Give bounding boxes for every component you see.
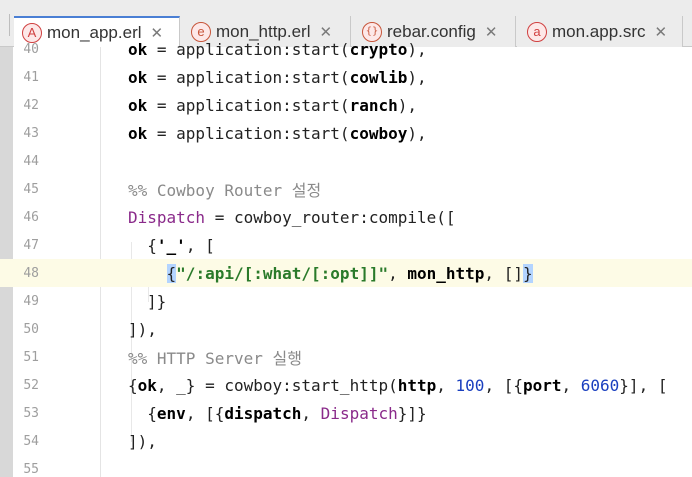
code-comment: %% Cowboy Router 설정 [128,181,322,200]
code-comment: %% HTTP Server 실행 [128,349,302,368]
line-number: 54 [23,433,39,449]
code-line-53[interactable]: 53 {env, [{dispatch, Dispatch}]} [0,399,692,427]
line-number: 46 [23,209,39,225]
code-line-46[interactable]: 46 Dispatch = cowboy_router:compile([ [0,203,692,231]
line-number: 49 [23,293,39,309]
code-line-51[interactable]: 51 %% HTTP Server 실행 [0,343,692,371]
code-line-43[interactable]: 43 ok = application:start(cowboy), [0,119,692,147]
code-line-45[interactable]: 45 %% Cowboy Router 설정 [0,175,692,203]
line-number: 53 [23,405,39,421]
code-text: {ok, _} = cowboy:start_http(http, 100, [… [128,375,668,395]
code-line-48-current[interactable]: 48 {"/:api/[:what/[:opt]]", mon_http, []… [0,259,692,287]
line-number: 40 [23,41,39,57]
code-line-52[interactable]: 52 {ok, _} = cowboy:start_http(http, 100… [0,371,692,399]
code-text: ]} [147,291,167,311]
code-line-40[interactable]: 40 ok = application:start(crypto), [0,35,692,63]
code-text: ]), [128,431,157,451]
line-number: 47 [23,237,39,253]
line-number: 48 [23,265,39,281]
code-text: {env, [{dispatch, Dispatch}]} [128,403,427,423]
code-line-49[interactable]: 49 ]} [0,287,692,315]
code-line-54[interactable]: 54 ]), [0,427,692,455]
code-line-47[interactable]: 47 {'_', [ [0,231,692,259]
line-number: 44 [23,153,39,169]
code-text: ok = application:start(crypto), [128,39,427,59]
line-number: 43 [23,125,39,141]
code-line-50[interactable]: 50 ]), [0,315,692,343]
line-number: 45 [23,181,39,197]
code-text: ]), [128,319,157,339]
line-number: 42 [23,97,39,113]
line-number: 52 [23,377,39,393]
line-number: 50 [23,321,39,337]
code-text: {"/:api/[:what/[:opt]]", mon_http, []} [166,263,533,283]
code-text: ok = application:start(cowboy), [128,123,427,143]
code-line-41[interactable]: 41 ok = application:start(cowlib), [0,63,692,91]
code-line-55[interactable]: 55 [0,455,692,477]
line-number: 51 [23,349,39,365]
code-line-42[interactable]: 42 ok = application:start(ranch), [0,91,692,119]
code-text: ok = application:start(cowlib), [128,67,427,87]
code-text: Dispatch = cowboy_router:compile([ [128,207,456,227]
line-number: 41 [23,69,39,85]
tab-scroll-left[interactable] [0,14,10,36]
code-text: ok = application:start(ranch), [128,95,417,115]
line-number: 55 [23,461,39,477]
code-text: {'_', [ [128,235,215,255]
code-line-44[interactable]: 44 [0,147,692,175]
